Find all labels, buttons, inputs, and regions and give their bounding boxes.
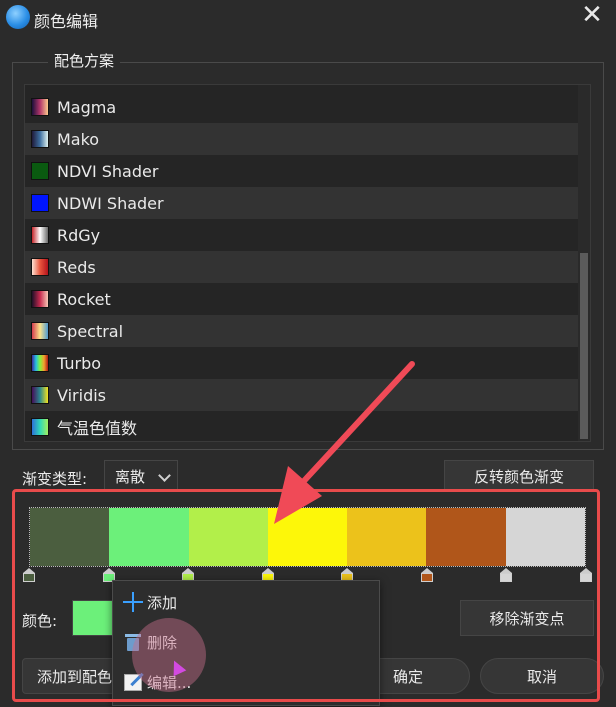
menu-item-edit[interactable]: 编辑... xyxy=(113,663,379,701)
menu-item-label: 添加 xyxy=(147,593,178,612)
scheme-item[interactable]: 气温色值数 xyxy=(25,411,579,441)
scheme-item[interactable]: NDVI Shader xyxy=(25,155,579,187)
gradient-segment xyxy=(267,508,348,566)
scrollbar-thumb[interactable] xyxy=(580,253,588,439)
scheme-swatch xyxy=(31,322,49,340)
gradient-bar[interactable] xyxy=(29,507,586,567)
title-bar: 颜色编辑 ✕ xyxy=(0,0,616,36)
scheme-swatch xyxy=(31,226,49,244)
scheme-label: Reds xyxy=(57,257,96,277)
gradient-segment xyxy=(347,508,427,566)
menu-item-label: 编辑... xyxy=(147,673,192,692)
scheme-swatch xyxy=(31,418,49,436)
scheme-item[interactable]: Turbo xyxy=(25,347,579,379)
window-title: 颜色编辑 xyxy=(34,12,99,31)
gradient-stop-marker[interactable] xyxy=(23,568,35,582)
scheme-label: Rocket xyxy=(57,289,111,309)
scheme-label: Viridis xyxy=(57,385,106,405)
scheme-label: Turbo xyxy=(57,353,102,373)
scheme-swatch xyxy=(31,290,49,308)
remove-stop-button[interactable]: 移除渐变点 xyxy=(460,600,594,636)
scheme-list-scrollbar[interactable] xyxy=(578,85,590,441)
scheme-label: Mako xyxy=(57,129,100,149)
reverse-gradient-button[interactable]: 反转颜色渐变 xyxy=(444,460,594,492)
scheme-label: Spectral xyxy=(57,321,124,341)
menu-item-delete[interactable]: 删除 xyxy=(113,623,379,661)
scheme-item[interactable]: Magma xyxy=(25,91,579,123)
chevron-down-icon xyxy=(158,469,171,482)
app-logo-icon xyxy=(6,5,30,29)
scheme-group-title: 配色方案 xyxy=(48,50,121,71)
context-menu: 添加 删除 编辑... xyxy=(112,580,380,706)
close-button[interactable]: ✕ xyxy=(578,2,606,30)
cancel-button[interactable]: 取消 xyxy=(480,658,604,694)
scheme-item[interactable]: RdGy xyxy=(25,219,579,251)
gradient-segment xyxy=(426,508,506,566)
menu-item-add[interactable]: 添加 xyxy=(113,583,379,621)
scheme-label: NDVI Shader xyxy=(57,161,159,181)
scheme-label: NDWI Shader xyxy=(57,193,164,213)
gradient-stop-marker[interactable] xyxy=(420,568,433,582)
scheme-swatch xyxy=(31,162,49,180)
scheme-swatch xyxy=(31,98,49,116)
scheme-item[interactable]: NDWI Shader xyxy=(25,187,579,219)
scheme-item[interactable]: Spectral xyxy=(25,315,579,347)
gradient-type-select[interactable]: 离散 xyxy=(104,460,178,492)
scheme-item[interactable]: Rocket xyxy=(25,283,579,315)
gradient-segment xyxy=(30,508,110,566)
scheme-item[interactable]: Reds xyxy=(25,251,579,283)
gradient-stop-marker[interactable] xyxy=(500,568,513,582)
scheme-swatch xyxy=(31,258,49,276)
menu-item-label: 删除 xyxy=(147,633,178,652)
edit-icon xyxy=(123,672,144,692)
scheme-item[interactable]: Mako xyxy=(25,123,579,155)
gradient-type-value: 离散 xyxy=(115,467,146,486)
gradient-type-label: 渐变类型: xyxy=(22,470,88,488)
scheme-item[interactable]: Viridis xyxy=(25,379,579,411)
scheme-swatch xyxy=(31,130,49,148)
plus-icon xyxy=(123,592,143,612)
scheme-swatch xyxy=(31,354,49,372)
scheme-swatch xyxy=(31,194,49,212)
scheme-list[interactable]: Magma Mako NDVI Shader NDWI Shader RdGy Reds R… xyxy=(24,84,591,442)
color-label: 颜色: xyxy=(22,612,58,630)
gradient-segment xyxy=(109,508,189,566)
gradient-stop-marker[interactable] xyxy=(580,568,592,582)
scheme-label: Magma xyxy=(57,97,117,117)
scheme-label: RdGy xyxy=(57,225,101,245)
scheme-swatch xyxy=(31,386,49,404)
scheme-label: 气温色值数 xyxy=(57,419,138,438)
trash-icon xyxy=(123,632,143,652)
gradient-segment xyxy=(505,508,585,566)
gradient-segment xyxy=(188,508,268,566)
